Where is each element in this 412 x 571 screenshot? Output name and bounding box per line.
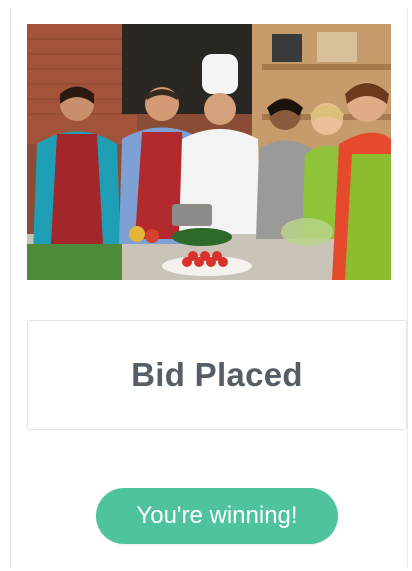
bid-status-panel: Bid Placed	[27, 320, 407, 430]
winning-status-label: You're winning!	[136, 502, 298, 529]
bid-placed-heading: Bid Placed	[131, 356, 303, 393]
winning-status-badge: You're winning!	[96, 488, 338, 544]
listing-photo	[27, 24, 391, 280]
bid-card: Bid Placed You're winning!	[10, 8, 408, 568]
cooking-class-illustration	[27, 24, 391, 280]
